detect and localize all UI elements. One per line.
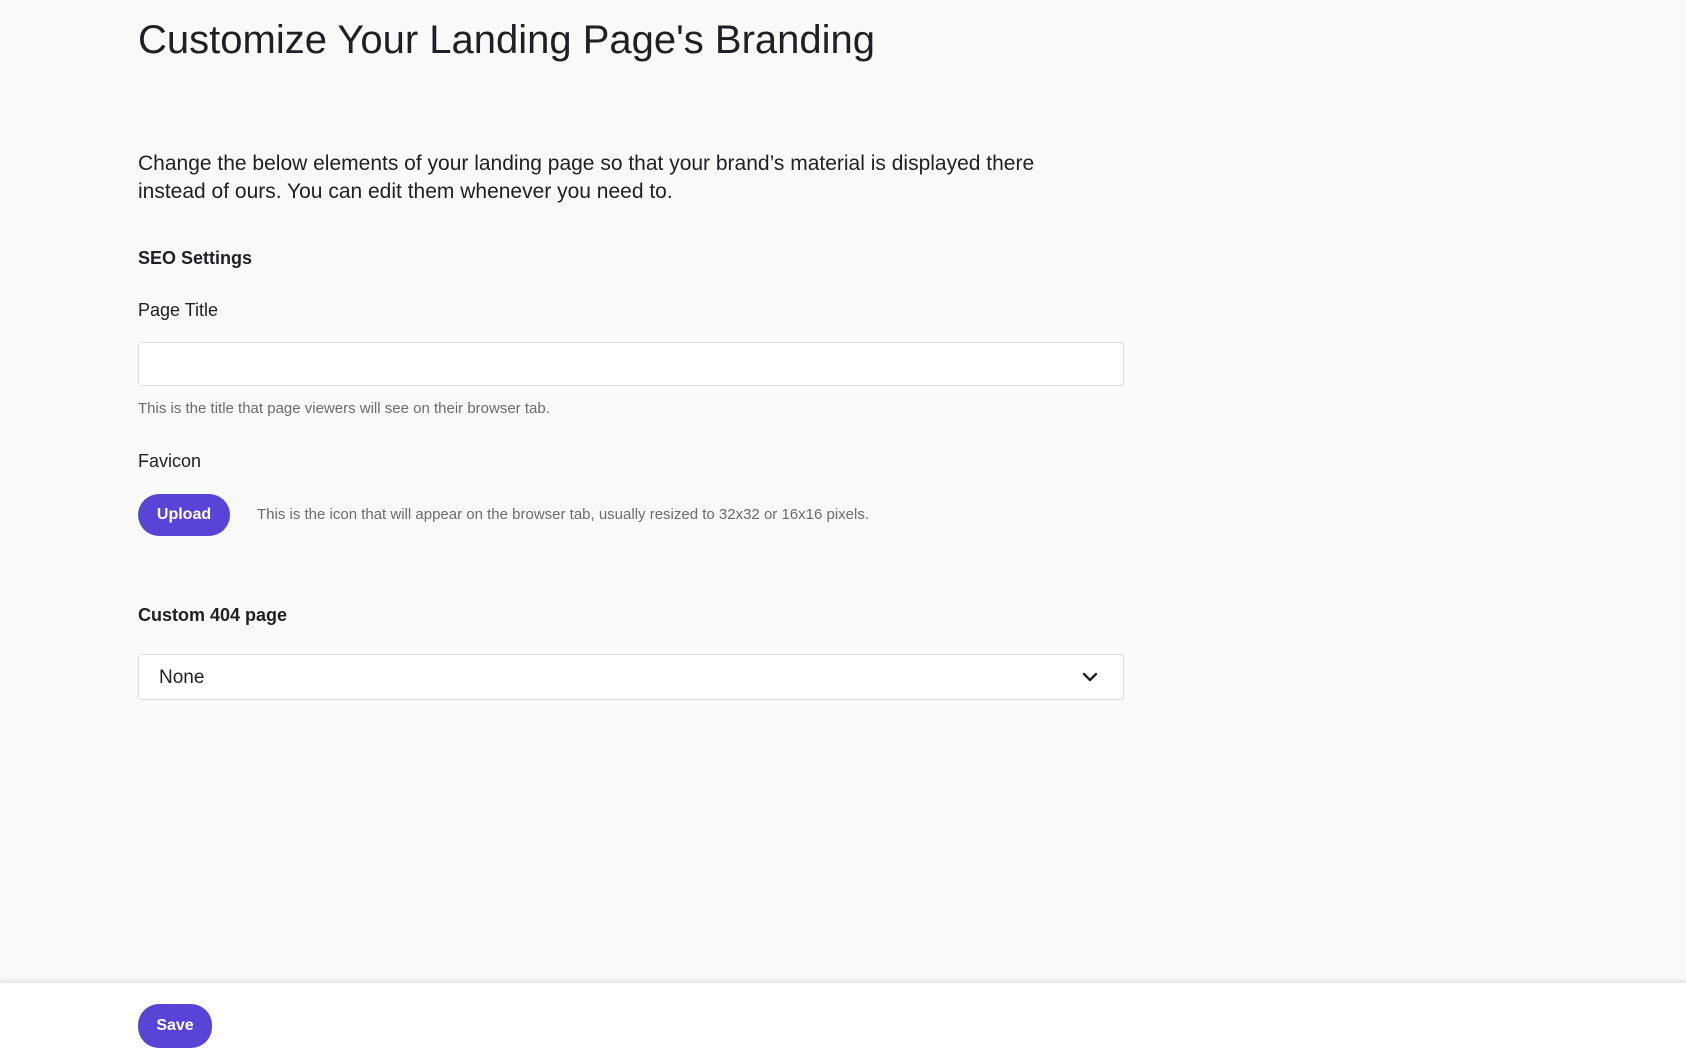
- page-title-hint: This is the title that page viewers will…: [138, 400, 550, 417]
- custom-404-selected-value: None: [159, 667, 205, 688]
- save-button[interactable]: Save: [138, 1004, 212, 1048]
- intro-text: Change the below elements of your landin…: [138, 152, 1035, 203]
- custom-404-heading: Custom 404 page: [138, 605, 288, 625]
- custom-404-select[interactable]: None: [138, 654, 1124, 700]
- favicon-hint: This is the icon that will appear on the…: [257, 506, 869, 523]
- footer-bar: Save: [0, 983, 1686, 1057]
- seo-settings-heading: SEO Settings: [138, 248, 253, 268]
- page-title: Customize Your Landing Page's Branding: [138, 18, 876, 62]
- upload-favicon-button[interactable]: Upload: [138, 494, 230, 536]
- favicon-label: Favicon: [138, 451, 202, 471]
- chevron-down-icon: [1082, 672, 1098, 682]
- page-title-label: Page Title: [138, 300, 219, 320]
- page-title-input[interactable]: [138, 342, 1124, 386]
